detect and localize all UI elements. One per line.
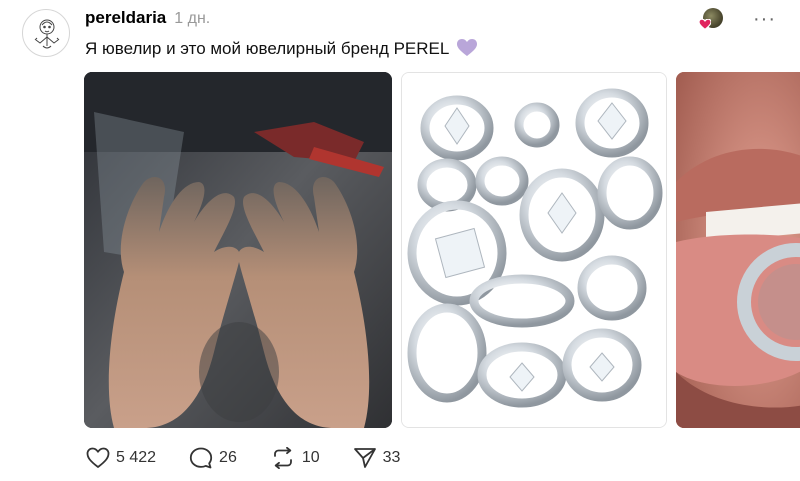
share-button[interactable]: 33 <box>353 447 401 469</box>
liked-avatar-icon[interactable] <box>699 8 724 30</box>
username[interactable]: pereldaria <box>85 8 166 28</box>
mouth-ring-photo-icon <box>676 72 800 428</box>
caption-text: Я ювелир и это мой ювелирный бренд PEREL <box>85 39 449 58</box>
post-header: pereldaria 1 дн. <box>85 8 210 28</box>
repost-button[interactable]: 10 <box>270 447 320 469</box>
repost-count: 10 <box>301 449 320 466</box>
purple-heart-icon <box>457 39 478 62</box>
avatar[interactable] <box>22 9 70 57</box>
like-button[interactable]: 5 422 <box>86 447 156 469</box>
repost-icon <box>273 447 292 469</box>
post-caption: Я ювелир и это мой ювелирный бренд PEREL <box>85 39 478 62</box>
photo-mouth-ring[interactable] <box>676 72 800 428</box>
like-count: 5 422 <box>116 449 157 466</box>
heart-outline-icon <box>86 447 110 468</box>
comment-count: 26 <box>219 449 237 466</box>
photo-hands[interactable] <box>84 72 392 428</box>
media-gallery[interactable] <box>84 72 800 428</box>
post-time[interactable]: 1 дн. <box>174 10 210 28</box>
header-tools: ··· <box>699 8 776 30</box>
heart-icon <box>699 19 712 30</box>
comment-button[interactable]: 26 <box>189 447 237 469</box>
avatar-drawing-icon <box>34 19 60 49</box>
comment-icon <box>189 447 213 469</box>
rings-collage-icon <box>402 73 666 427</box>
photo-rings-collage[interactable] <box>401 72 667 428</box>
send-icon <box>353 448 376 468</box>
share-count: 33 <box>382 449 401 466</box>
hands-photo-icon <box>84 72 392 428</box>
action-bar: 5 422 26 10 33 <box>86 447 433 469</box>
more-icon[interactable]: ··· <box>753 9 776 29</box>
